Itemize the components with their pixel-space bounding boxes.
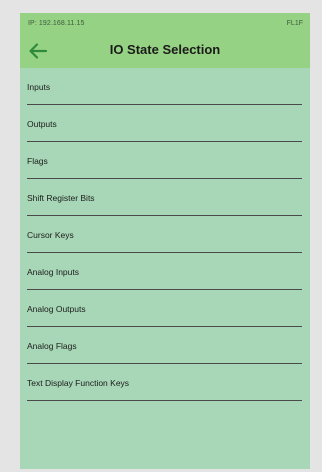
list-item-label: Flags [27, 156, 48, 166]
io-state-list: Inputs Outputs Flags Shift Register Bits… [20, 68, 310, 401]
page-title: IO State Selection [109, 42, 221, 57]
list-item-shift-register-bits[interactable]: Shift Register Bits [20, 179, 310, 216]
list-item-analog-inputs[interactable]: Analog Inputs [20, 253, 310, 290]
list-item-label: Inputs [27, 82, 51, 92]
divider [27, 400, 302, 401]
list-item-label: Analog Inputs [27, 267, 79, 277]
list-item-label: Analog Outputs [27, 304, 86, 314]
app-screen: IP: 192.168.11.15 FL1F IO State Selectio… [20, 13, 310, 469]
list-item-analog-outputs[interactable]: Analog Outputs [20, 290, 310, 327]
list-item-label: Shift Register Bits [27, 193, 95, 203]
side-gutter [310, 13, 322, 469]
device-id: FL1F [286, 20, 303, 27]
ip-address: IP: 192.168.11.15 [28, 20, 85, 27]
list-item-flags[interactable]: Flags [20, 142, 310, 179]
list-item-label: Outputs [27, 119, 57, 129]
app-header: IP: 192.168.11.15 FL1F IO State Selectio… [20, 13, 310, 68]
list-item-inputs[interactable]: Inputs [20, 68, 310, 105]
list-item-label: Analog Flags [27, 341, 77, 351]
list-item-label: Text Display Function Keys [27, 378, 130, 388]
list-item-text-display-function-keys[interactable]: Text Display Function Keys [20, 364, 310, 401]
list-item-cursor-keys[interactable]: Cursor Keys [20, 216, 310, 253]
list-item-outputs[interactable]: Outputs [20, 105, 310, 142]
list-item-label: Cursor Keys [27, 230, 74, 240]
list-item-analog-flags[interactable]: Analog Flags [20, 327, 310, 364]
